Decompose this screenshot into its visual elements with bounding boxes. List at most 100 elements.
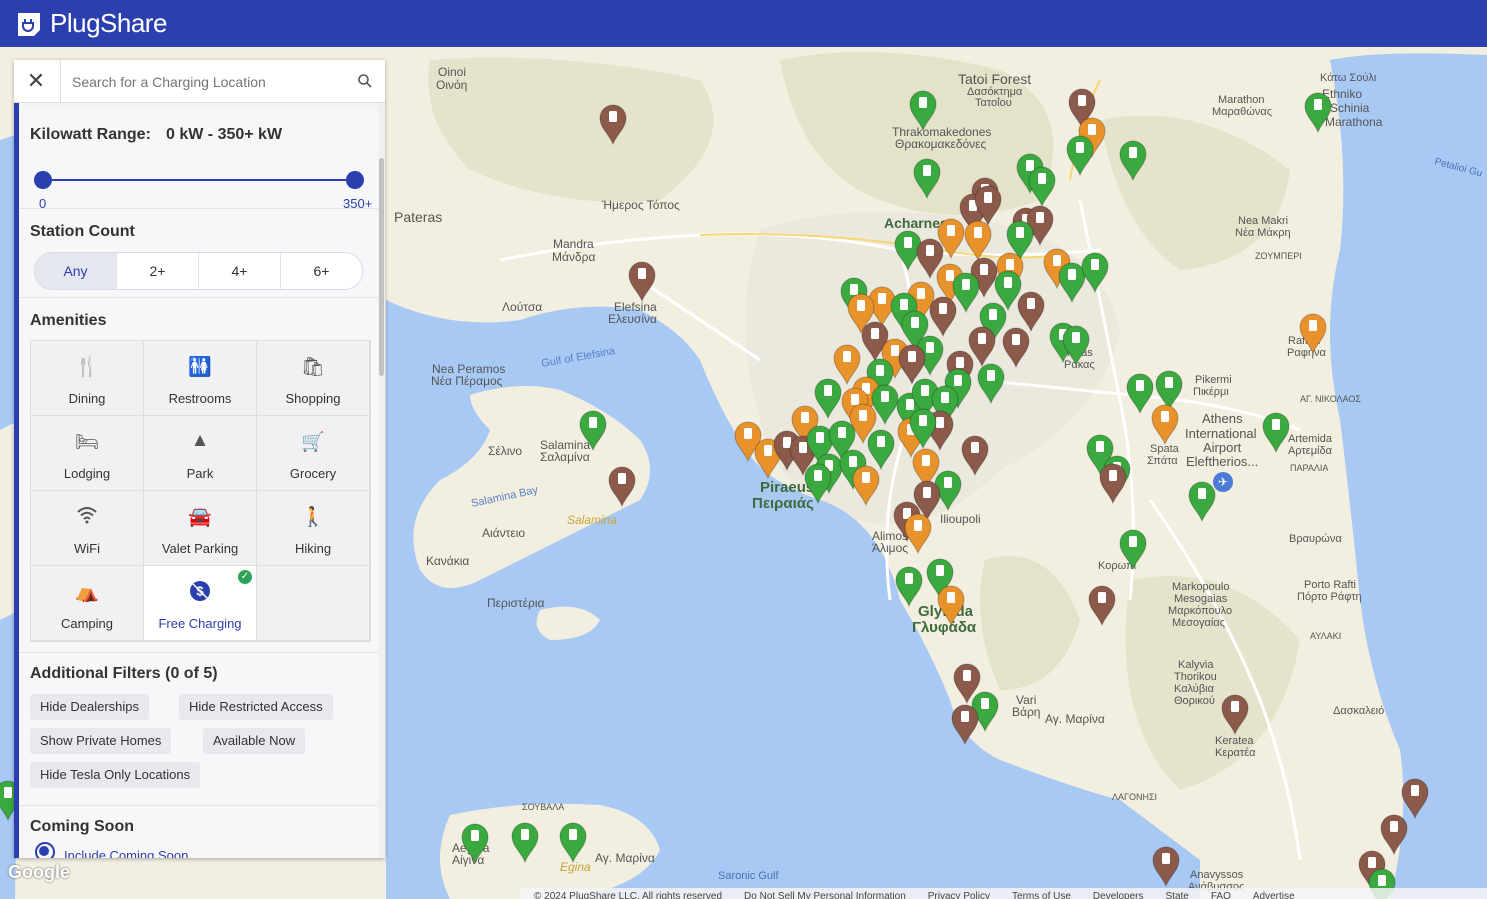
coming-soon-section: Coming Soon Include Coming Soon [19,806,378,858]
amenity-label: Restrooms [168,391,232,406]
amenity-label: Grocery [289,466,337,481]
footer-link-state[interactable]: State [1166,891,1189,899]
svg-text:Ilioupoli: Ilioupoli [940,512,981,526]
svg-text:Airport: Airport [1203,440,1242,455]
amenity-wifi[interactable]: WiFi [31,491,144,566]
svg-text:Marathon: Marathon [1218,94,1264,106]
kilowatt-value: 0 kW - 350+ kW [166,126,283,143]
search-input[interactable] [70,70,344,94]
svg-text:Schinia: Schinia [1330,101,1370,115]
svg-text:Σαλαμίνα: Σαλαμίνα [540,450,590,464]
svg-text:Artemida: Artemida [1288,433,1333,445]
svg-text:Ελευσίνα: Ελευσίνα [608,312,657,326]
station-count-selector: Any 2+ 4+ 6+ [34,252,363,290]
amenity-restrooms[interactable]: 🚻 Restrooms [144,341,257,416]
svg-text:Άλιμος: Άλιμος [872,541,908,555]
svg-text:ΑΓ. ΝΙΚΟΛΑΟΣ: ΑΓ. ΝΙΚΟΛΑΟΣ [1300,394,1361,404]
svg-text:Σπάτα: Σπάτα [1147,455,1178,467]
free-dollar-icon: $ [144,580,256,604]
svg-text:Θρακομακεδόνες: Θρακομακεδόνες [895,137,987,151]
svg-text:Θορικού: Θορικού [1174,695,1215,707]
app-name: PlugShare [50,8,167,38]
svg-text:Markopoulo: Markopoulo [1172,581,1229,593]
amenity-camping[interactable]: ⛺ Camping [31,566,144,641]
amenity-free-charging[interactable]: ✓ $ Free Charging [144,566,257,641]
close-icon[interactable]: ✕ [20,66,52,96]
footer-link-terms[interactable]: Terms of Use [1012,891,1071,899]
amenity-valet-parking[interactable]: 🚘 Valet Parking [144,491,257,566]
amenity-hiking[interactable]: 🚶 Hiking [257,491,370,566]
search-bar: ✕ [14,60,385,103]
kilowatt-min-handle[interactable] [34,171,52,189]
svg-text:ΖΟΥΜΠΕΡΙ: ΖΟΥΜΠΕΡΙ [1255,251,1302,261]
svg-text:ΑΥΛΑΚΙ: ΑΥΛΑΚΙ [1310,631,1341,641]
chip-hide-restricted-access[interactable]: Hide Restricted Access [179,694,333,720]
station-count-any[interactable]: Any [35,253,117,289]
filter-scroll-area[interactable]: Kilowatt Range: 0 kW - 350+ kW 0 350+ St… [19,102,378,858]
panel-scrollbar[interactable] [378,102,385,858]
footer-link-dnsmpi[interactable]: Do Not Sell My Personal Information [744,891,906,899]
svg-text:Ρακας: Ρακας [1064,359,1095,371]
coming-soon-title: Coming Soon [30,818,134,835]
footer-link-advertise[interactable]: Advertise [1253,891,1295,899]
tree-icon: ▲ [190,430,210,451]
svg-text:Πικέρμι: Πικέρμι [1193,386,1229,398]
svg-text:Pikermi: Pikermi [1195,374,1232,386]
shopping-bag-icon: 🛍 [300,357,326,378]
amenities-title: Amenities [30,312,107,329]
copyright: © 2024 PlugShare LLC. All rights reserve… [534,891,723,899]
fork-knife-icon: 🍴 [75,357,99,378]
amenity-grocery[interactable]: 🛒 Grocery [257,416,370,491]
plugshare-logo[interactable]: PlugShare [14,8,167,39]
svg-text:Λούτσα: Λούτσα [502,300,542,314]
kilowatt-max-handle[interactable] [346,171,364,189]
svg-text:Nea Makri: Nea Makri [1238,215,1288,227]
station-count-section: Station Count Any 2+ 4+ 6+ [19,209,378,298]
station-count-title: Station Count [30,223,135,240]
svg-text:Πόρτο Ράφτη: Πόρτο Ράφτη [1297,591,1362,603]
kilowatt-slider-track[interactable] [42,179,355,181]
svg-text:ΣΟΥΒΑΛΑ: ΣΟΥΒΑΛΑ [522,802,564,812]
svg-text:Αγ. Μαρίνα: Αγ. Μαρίνα [1045,712,1105,726]
svg-text:Αιάντειο: Αιάντειο [482,526,525,540]
amenity-lodging[interactable]: 🛏 Lodging [31,416,144,491]
amenity-label: WiFi [74,541,100,556]
coming-soon-radio-dot [39,846,49,856]
footer-link-developers[interactable]: Developers [1093,891,1144,899]
station-count-6plus[interactable]: 6+ [281,253,362,289]
chip-available-now[interactable]: Available Now [203,728,306,754]
chip-hide-tesla-only[interactable]: Hide Tesla Only Locations [30,762,201,788]
station-count-4plus[interactable]: 4+ [199,253,281,289]
svg-text:Οινόη: Οινόη [436,78,467,92]
plugshare-logo-icon [18,12,40,36]
svg-text:Αρτεμίδα: Αρτεμίδα [1288,445,1333,457]
amenity-shopping[interactable]: 🛍 Shopping [257,341,370,416]
app-header: PlugShare [0,0,1487,47]
wifi-icon [31,505,143,529]
amenity-label: Lodging [63,466,111,481]
svg-text:Βραυρώνα: Βραυρώνα [1289,533,1342,545]
footer-link-privacy[interactable]: Privacy Policy [928,891,990,899]
chip-hide-dealerships[interactable]: Hide Dealerships [30,694,149,720]
amenity-park[interactable]: ▲ Park [144,416,257,491]
svg-text:Μαραθώνας: Μαραθώνας [1212,106,1272,118]
tent-icon: ⛺ [75,582,99,603]
svg-text:Μεσογαίας: Μεσογαίας [1172,617,1225,629]
search-divider [60,60,61,102]
svg-text:Mesogaias: Mesogaias [1174,593,1228,605]
amenity-label: Dining [68,391,106,406]
amenity-empty-cell [257,566,370,641]
chip-show-private-homes[interactable]: Show Private Homes [30,728,172,754]
svg-text:Egina: Egina [560,860,591,874]
footer-link-faq[interactable]: FAQ [1211,891,1231,899]
scrollbar-thumb[interactable] [379,158,384,376]
svg-text:Pateras: Pateras [394,209,442,225]
svg-text:Κάτω Σούλι: Κάτω Σούλι [1320,72,1377,84]
map-label: Oinoi [438,65,466,79]
svg-text:Porto Rafti: Porto Rafti [1304,579,1356,591]
station-count-2plus[interactable]: 2+ [117,253,199,289]
svg-text:Anavyssos: Anavyssos [1190,869,1244,881]
amenity-dining[interactable]: 🍴 Dining [31,341,144,416]
magnifier-icon[interactable] [357,73,373,89]
amenity-label: Shopping [285,391,341,406]
